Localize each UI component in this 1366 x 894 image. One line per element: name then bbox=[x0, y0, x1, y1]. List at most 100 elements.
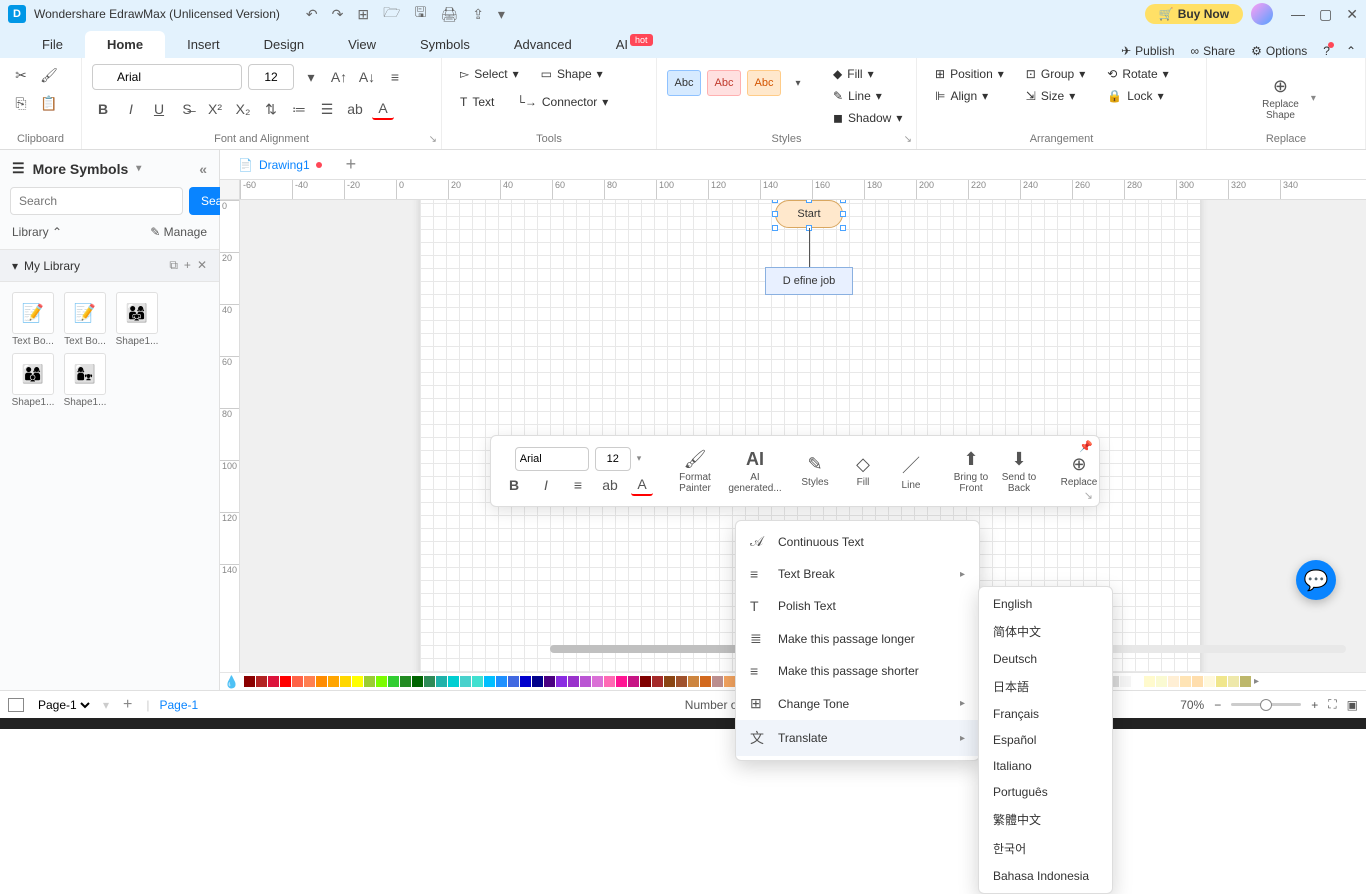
ft-fill[interactable]: ◇Fill bbox=[841, 452, 885, 490]
manage-link[interactable]: ✎ Manage bbox=[150, 225, 207, 239]
collapse-ribbon-icon[interactable]: ⌃ bbox=[1346, 44, 1356, 58]
styles-group-expand-icon[interactable]: ↘ bbox=[904, 134, 912, 145]
language-option[interactable]: 简体中文 bbox=[979, 617, 1112, 646]
color-swatch[interactable] bbox=[1240, 676, 1251, 687]
ft-ai-generated[interactable]: AIAI generated... bbox=[733, 447, 777, 496]
library-add-icon[interactable]: + bbox=[184, 258, 191, 273]
library-popout-icon[interactable]: ⧉ bbox=[169, 258, 178, 273]
format-brush-icon[interactable]: 🖌 bbox=[38, 64, 60, 86]
color-swatch[interactable] bbox=[304, 676, 315, 687]
align-button[interactable]: ⊫ Align▾ bbox=[927, 86, 1012, 106]
color-swatch[interactable] bbox=[244, 676, 255, 687]
color-swatch[interactable] bbox=[352, 676, 363, 687]
line-button[interactable]: ✎ Line ▾ bbox=[825, 86, 910, 106]
color-swatch[interactable] bbox=[592, 676, 603, 687]
language-option[interactable]: Italiano bbox=[979, 753, 1112, 779]
color-swatch[interactable] bbox=[556, 676, 567, 687]
connector-1[interactable] bbox=[809, 228, 810, 267]
color-swatch[interactable] bbox=[256, 676, 267, 687]
line-spacing-icon[interactable]: ⇅ bbox=[260, 98, 282, 120]
replace-dropdown-icon[interactable]: ▾ bbox=[1311, 93, 1316, 104]
color-swatch[interactable] bbox=[724, 676, 735, 687]
ctx-change-tone[interactable]: ⊞Change Tone▸ bbox=[736, 687, 979, 720]
size-button[interactable]: ⇲ Size▾ bbox=[1018, 86, 1093, 106]
export-icon[interactable]: ⇪ bbox=[472, 6, 484, 23]
ft-bring-front[interactable]: ⬆Bring to Front bbox=[949, 447, 993, 496]
bullet-list-icon[interactable]: ≔ bbox=[288, 98, 310, 120]
decrease-font-icon[interactable]: A↓ bbox=[356, 66, 378, 88]
tab-design[interactable]: Design bbox=[242, 31, 326, 58]
color-swatch[interactable] bbox=[640, 676, 651, 687]
color-swatch[interactable] bbox=[424, 676, 435, 687]
select-tool[interactable]: ▻ Select ▾ bbox=[452, 64, 527, 84]
ft-replace[interactable]: ⊕Replace bbox=[1057, 452, 1101, 490]
color-swatch[interactable] bbox=[544, 676, 555, 687]
color-swatch[interactable] bbox=[580, 676, 591, 687]
color-swatch[interactable] bbox=[1216, 676, 1227, 687]
color-swatch[interactable] bbox=[652, 676, 663, 687]
open-icon[interactable]: 🗁 bbox=[383, 2, 400, 26]
ft-size-input[interactable] bbox=[595, 447, 631, 471]
library-item[interactable]: 📝Text Bo... bbox=[10, 292, 56, 347]
font-color-icon[interactable]: A bbox=[372, 98, 394, 120]
ctx-text-break[interactable]: ≡Text Break▸ bbox=[736, 558, 979, 590]
library-item[interactable]: 📝Text Bo... bbox=[62, 292, 108, 347]
color-swatch[interactable] bbox=[616, 676, 627, 687]
color-swatch[interactable] bbox=[436, 676, 447, 687]
color-swatch[interactable] bbox=[568, 676, 579, 687]
publish-button[interactable]: ✈ Publish bbox=[1121, 44, 1174, 58]
rotate-button[interactable]: ⟲ Rotate▾ bbox=[1099, 64, 1176, 84]
page-selector[interactable]: Page-1 bbox=[34, 697, 93, 713]
tab-home[interactable]: Home bbox=[85, 31, 165, 58]
color-swatch[interactable] bbox=[532, 676, 543, 687]
color-swatch[interactable] bbox=[676, 676, 687, 687]
color-swatch[interactable] bbox=[1132, 676, 1143, 687]
language-option[interactable]: Deutsch bbox=[979, 646, 1112, 672]
fullscreen-icon[interactable]: ▣ bbox=[1347, 698, 1358, 712]
ft-size-dropdown-icon[interactable]: ▾ bbox=[637, 453, 642, 464]
library-item[interactable]: 👨‍👩‍👦Shape1... bbox=[10, 353, 56, 408]
tab-ai[interactable]: AIhot bbox=[594, 31, 675, 58]
lock-button[interactable]: 🔒 Lock▾ bbox=[1099, 86, 1176, 106]
color-swatch[interactable] bbox=[1120, 676, 1131, 687]
ft-styles[interactable]: ✎Styles bbox=[793, 452, 837, 490]
italic-icon[interactable]: I bbox=[120, 98, 142, 120]
redo-icon[interactable]: ↷ bbox=[332, 6, 344, 23]
close-icon[interactable]: ✕ bbox=[1346, 6, 1358, 23]
color-swatch[interactable] bbox=[1156, 676, 1167, 687]
tab-advanced[interactable]: Advanced bbox=[492, 31, 594, 58]
shape-define[interactable]: D efine job bbox=[765, 267, 853, 295]
color-swatch[interactable] bbox=[1168, 676, 1179, 687]
connector-tool[interactable]: └→ Connector ▾ bbox=[508, 92, 616, 112]
ft-bold-icon[interactable]: B bbox=[503, 474, 525, 496]
library-close-icon[interactable]: ✕ bbox=[197, 258, 207, 273]
ctx-translate[interactable]: 文Translate▸ bbox=[736, 720, 979, 756]
shape-start[interactable]: Start bbox=[775, 200, 843, 228]
color-swatch[interactable] bbox=[364, 676, 375, 687]
more-symbols-label[interactable]: More Symbols bbox=[33, 161, 129, 177]
color-swatch[interactable] bbox=[388, 676, 399, 687]
color-swatch[interactable] bbox=[688, 676, 699, 687]
my-library-section[interactable]: ▾ My Library ⧉ + ✕ bbox=[0, 249, 219, 282]
ft-expand-icon[interactable]: ↘ bbox=[1084, 489, 1093, 502]
tab-file[interactable]: File bbox=[20, 31, 85, 58]
fit-page-icon[interactable]: ⛶ bbox=[1328, 697, 1336, 712]
color-swatch[interactable] bbox=[1144, 676, 1155, 687]
color-swatch[interactable] bbox=[316, 676, 327, 687]
color-swatch[interactable] bbox=[1228, 676, 1239, 687]
language-option[interactable]: Español bbox=[979, 727, 1112, 753]
underline-icon[interactable]: U bbox=[148, 98, 170, 120]
strikethrough-icon[interactable]: S̶ bbox=[176, 98, 198, 120]
undo-icon[interactable]: ↶ bbox=[306, 6, 318, 23]
cut-icon[interactable]: ✂ bbox=[10, 64, 32, 86]
style-preset-2[interactable]: Abc bbox=[707, 70, 741, 96]
color-swatch[interactable] bbox=[628, 676, 639, 687]
language-option[interactable]: 한국어 bbox=[979, 834, 1112, 863]
buy-now-button[interactable]: 🛒 Buy Now bbox=[1145, 4, 1243, 24]
font-name-input[interactable] bbox=[92, 64, 242, 90]
font-size-input[interactable] bbox=[248, 64, 294, 90]
palette-more-icon[interactable]: ▸ bbox=[1254, 676, 1259, 687]
library-item[interactable]: 👨‍👩‍👧Shape1... bbox=[114, 292, 160, 347]
save-icon[interactable]: 🖫 bbox=[414, 2, 426, 26]
share-button[interactable]: ∞ Share bbox=[1191, 44, 1236, 58]
